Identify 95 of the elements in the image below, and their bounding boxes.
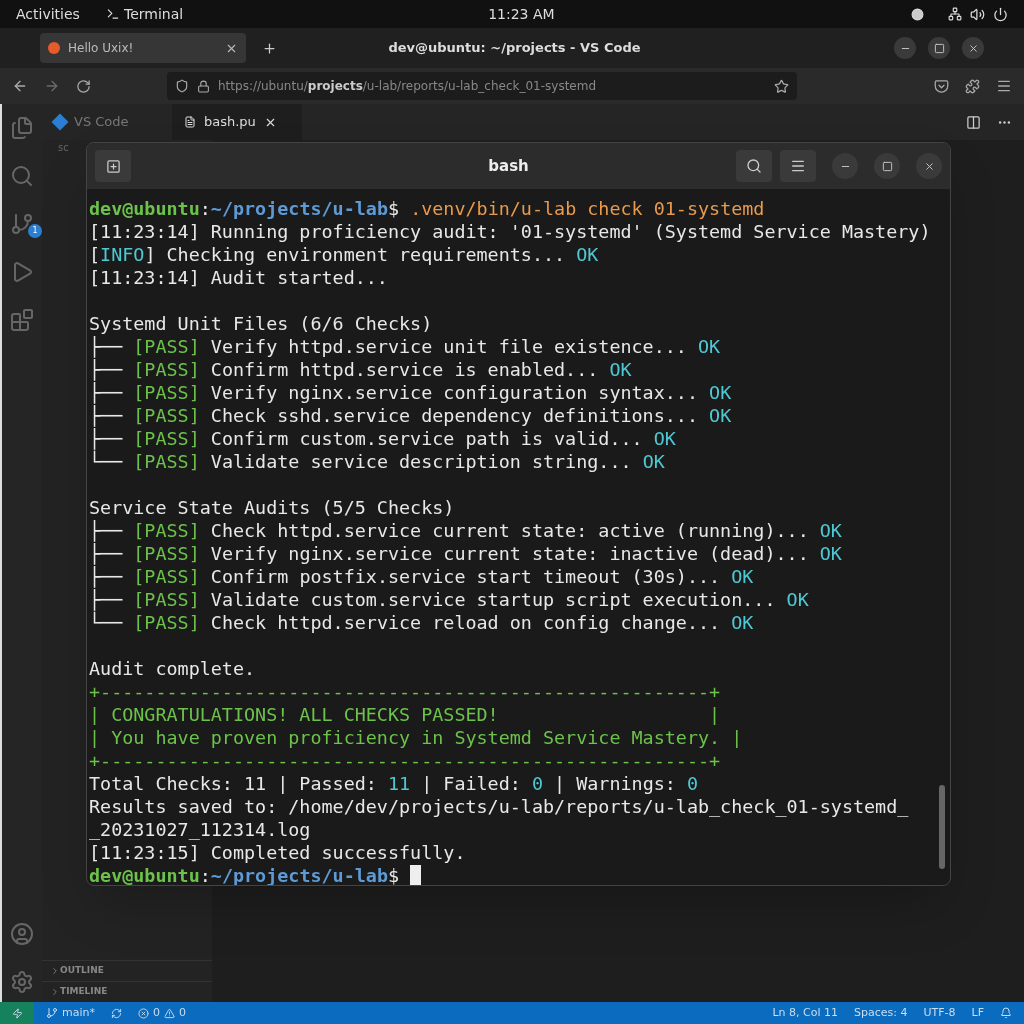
terminal-line: ├── [PASS] Confirm custom.service path is valid... OK xyxy=(89,427,676,450)
terminal-line: _20231027_112314.log xyxy=(89,818,311,841)
terminal-line: ├── [PASS] Check httpd.service current state: active (running)... OK xyxy=(89,519,842,542)
terminal-line: +-------------------------------------------------------+ xyxy=(89,680,721,703)
account-icon[interactable] xyxy=(10,922,34,946)
close-button[interactable] xyxy=(962,37,984,59)
terminal-line: ├── [PASS] Confirm httpd.service is enabled... OK xyxy=(89,358,632,381)
terminal-line: ├── [PASS] Confirm postfix.service start timeout (30s)... OK xyxy=(89,565,754,588)
menu-button[interactable] xyxy=(780,150,816,182)
tab-title: Hello Uxix! xyxy=(68,40,135,57)
terminal-line: [11:23:15] Completed successfully. xyxy=(89,841,466,864)
terminal-line: [INFO] Checking environment requirements... OK xyxy=(89,243,599,266)
maximize-button[interactable] xyxy=(874,153,900,179)
maximize-icon xyxy=(933,42,945,54)
bookmark-icon[interactable] xyxy=(774,78,789,94)
search-button[interactable] xyxy=(736,150,772,182)
browser-tab[interactable]: Hello Uxix! xyxy=(40,33,246,63)
pocket-icon[interactable] xyxy=(934,78,949,94)
lock-icon xyxy=(197,79,210,93)
menu-icon[interactable] xyxy=(996,78,1012,94)
close-icon xyxy=(923,160,935,172)
status-item[interactable]: UTF-8 xyxy=(923,1004,956,1022)
sync-icon[interactable] xyxy=(111,1007,122,1019)
volume-icon[interactable] xyxy=(970,6,985,22)
terminal-line: Service State Audits (5/5 Checks) xyxy=(89,496,455,519)
terminal-line: ├── [PASS] Verify httpd.service unit file existence... OK xyxy=(89,335,721,358)
network-icon[interactable] xyxy=(948,7,962,21)
terminal-line: ├── [PASS] Check sshd.service dependency definitions... OK xyxy=(89,404,732,427)
terminal-line: [11:23:14] Audit started... xyxy=(89,266,388,289)
editor-tab[interactable]: bash.pu xyxy=(172,104,302,140)
terminal-line: ├── [PASS] Verify nginx.service configuration syntax... OK xyxy=(89,381,732,404)
section-title: TIMELINE xyxy=(60,985,108,999)
favicon-icon xyxy=(48,42,60,54)
error-icon xyxy=(138,1007,149,1019)
notifications-icon[interactable] xyxy=(1000,1007,1012,1019)
power-icon[interactable] xyxy=(993,6,1008,22)
reload-icon[interactable] xyxy=(76,78,91,94)
terminal-line: dev@ubuntu:~/projects/u-lab$ .venv/bin/u-lab check 01-systemd xyxy=(89,197,765,220)
breadcrumb[interactable]: sc xyxy=(58,140,69,155)
terminal-line: +-------------------------------------------------------+ xyxy=(89,749,721,772)
source-control-icon[interactable] xyxy=(10,212,34,236)
app-name[interactable]: Terminal xyxy=(124,3,184,25)
scrollbar[interactable] xyxy=(939,785,945,869)
menu-icon xyxy=(790,158,806,174)
terminal-line: ├── [PASS] Verify nginx.service current state: inactive (dead)... OK xyxy=(89,542,842,565)
activities-button[interactable]: Activities xyxy=(16,3,106,25)
notification-badge: 1 xyxy=(28,224,42,238)
terminal-line: | CONGRATULATIONS! ALL CHECKS PASSED! | xyxy=(89,703,721,726)
section-title: OUTLINE xyxy=(60,964,104,978)
extensions-icon[interactable] xyxy=(965,78,980,94)
status-item[interactable]: Ln 8, Col 11 xyxy=(772,1004,838,1022)
url-field[interactable]: https://ubuntu/projects/u-lab/reports/u-lab_check_01-systemd xyxy=(167,72,797,100)
tab-label: VS Code xyxy=(74,113,129,132)
status-item[interactable]: LF xyxy=(971,1004,984,1022)
tab-label: bash.pu xyxy=(204,113,256,132)
terminal-line: Results saved to: /home/dev/projects/u-lab/reports/u-lab_check_01-systemd_ xyxy=(89,795,909,818)
warning-count[interactable]: 0 xyxy=(179,1004,186,1022)
status-item[interactable]: Spaces: 4 xyxy=(854,1004,908,1022)
back-icon[interactable] xyxy=(12,78,28,94)
url-text: https://ubuntu/projects/u-lab/reports/u-lab_check_01-systemd xyxy=(218,78,598,95)
search-icon[interactable] xyxy=(10,164,34,188)
clock[interactable]: 11:23 AM xyxy=(488,3,911,25)
settings-icon[interactable] xyxy=(10,970,34,994)
terminal-line: ├── [PASS] Validate custom.service startup script execution... OK xyxy=(89,588,809,611)
terminal-icon xyxy=(106,7,120,21)
extensions-icon[interactable] xyxy=(10,308,34,332)
lightning-icon xyxy=(11,1007,23,1019)
maximize-icon xyxy=(881,160,893,172)
close-icon xyxy=(967,42,979,54)
branch-icon xyxy=(46,1007,58,1019)
terminal-line: | You have proven proficiency in Systemd Service Mastery. | xyxy=(89,726,743,749)
terminal-line: dev@ubuntu:~/projects/u-lab$ xyxy=(89,864,401,885)
explorer-icon[interactable] xyxy=(10,116,34,140)
shield-icon xyxy=(175,79,189,93)
chevron-icon xyxy=(50,987,60,997)
new-tab-icon xyxy=(105,158,121,174)
terminal-line: └── [PASS] Check httpd.service reload on config change... OK xyxy=(89,611,754,634)
new-tab-icon[interactable] xyxy=(262,40,277,56)
warning-icon xyxy=(164,1007,175,1019)
terminal-title: bash xyxy=(487,155,530,177)
file-icon xyxy=(184,116,196,128)
terminal-line: Total Checks: 11 | Passed: 11 | Failed: 0 | Warnings: 0 xyxy=(89,772,698,795)
search-icon xyxy=(746,158,762,174)
terminal-line: Audit complete. xyxy=(89,657,256,680)
window-title: dev@ubuntu: ~/projects - VS Code xyxy=(387,39,642,58)
editor-tab[interactable]: VS Code xyxy=(42,104,172,140)
terminal-line: [11:23:14] Running proficiency audit: '01-systemd' (Systemd Service Mastery) xyxy=(89,220,931,243)
maximize-button[interactable] xyxy=(928,37,950,59)
terminal-line: Systemd Unit Files (6/6 Checks) xyxy=(89,312,433,335)
split-editor-icon[interactable] xyxy=(966,114,981,130)
error-count[interactable]: 0 xyxy=(153,1004,160,1022)
new-tab-button[interactable] xyxy=(95,150,131,182)
chevron-icon xyxy=(50,966,60,976)
terminal-line: └── [PASS] Validate service description string... OK xyxy=(89,450,665,473)
branch-name[interactable]: main* xyxy=(62,1004,95,1022)
